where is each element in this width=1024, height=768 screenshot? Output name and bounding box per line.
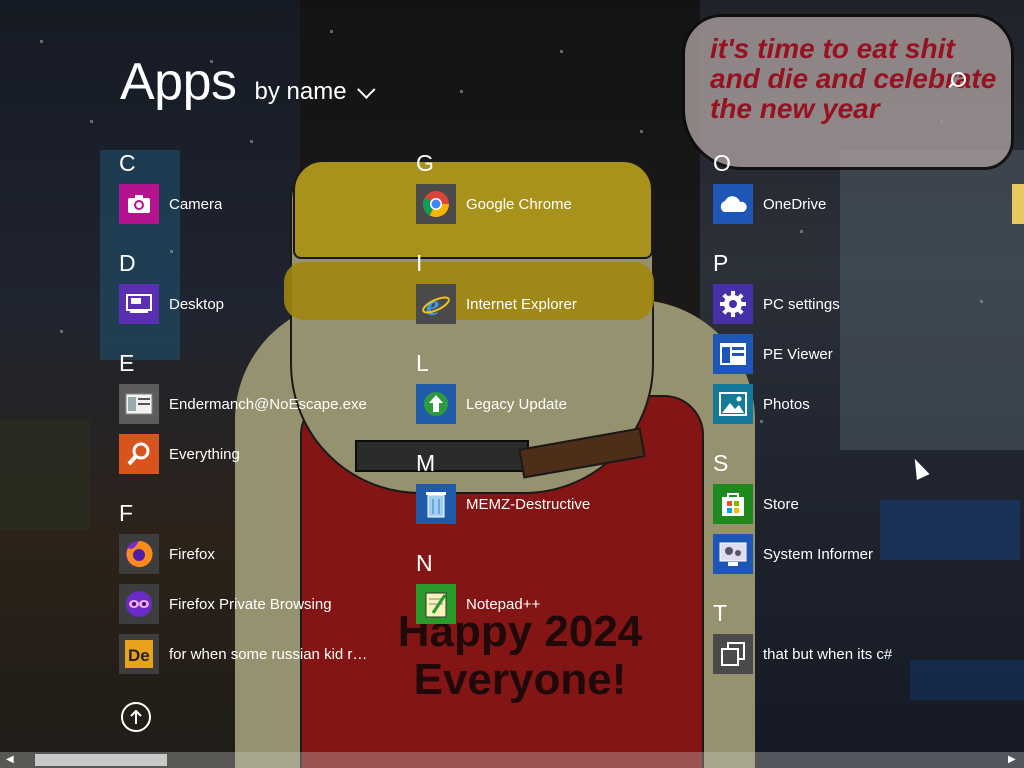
app-item[interactable]: Firefox	[119, 534, 369, 574]
app-item[interactable]: Notepad++	[416, 584, 666, 624]
app-label: for when some russian kid runs t...	[169, 645, 369, 663]
firefox-private-icon	[119, 584, 159, 624]
app-item[interactable]: Photos	[713, 384, 963, 424]
firefox-icon	[119, 534, 159, 574]
recycle-bin-icon	[416, 484, 456, 524]
app-label: Legacy Update	[466, 395, 567, 413]
notepad-plus-icon	[416, 584, 456, 624]
group-letter-e[interactable]: E	[119, 350, 134, 377]
system-informer-icon	[713, 534, 753, 574]
de-icon: De	[119, 634, 159, 674]
apps-header: Apps by name	[120, 52, 376, 112]
app-item[interactable]: Endermanch@NoEscape.exe	[119, 384, 369, 424]
generic-app-icon	[713, 634, 753, 674]
group-letter-i[interactable]: I	[416, 250, 422, 277]
chrome-icon	[416, 184, 456, 224]
app-item[interactable]: OneDrive	[713, 184, 963, 224]
app-label: Everything	[169, 445, 240, 463]
legacy-update-icon	[416, 384, 456, 424]
group-letter-l[interactable]: L	[416, 350, 429, 377]
app-label: Notepad++	[466, 595, 541, 613]
scrollbar-thumb[interactable]	[35, 754, 167, 766]
app-label: Photos	[763, 395, 810, 413]
app-label: Desktop	[169, 295, 225, 313]
app-label: MEMZ-Destructive	[466, 495, 591, 513]
app-item[interactable]: MEMZ-Destructive	[416, 484, 666, 524]
app-item[interactable]: De for when some russian kid runs t...	[119, 634, 369, 674]
app-item[interactable]: that but when its c#	[713, 634, 963, 674]
partial-app-tile[interactable]	[1012, 184, 1024, 224]
scroll-right-arrow-icon[interactable]: ▶	[1008, 755, 1018, 765]
app-item[interactable]: Desktop	[119, 284, 369, 324]
group-letter-d[interactable]: D	[119, 250, 136, 277]
app-label: Endermanch@NoEscape.exe	[169, 395, 367, 413]
group-letter-f[interactable]: F	[119, 500, 133, 527]
app-label: Store	[763, 495, 799, 513]
scroll-left-arrow-icon[interactable]: ◀	[6, 755, 16, 765]
group-letter-s[interactable]: S	[713, 450, 728, 477]
app-label: Camera	[169, 195, 223, 213]
app-item[interactable]: Firefox Private Browsing	[119, 584, 369, 624]
app-label: PE Viewer	[763, 345, 833, 363]
group-letter-m[interactable]: M	[416, 450, 435, 477]
app-item[interactable]: System Informer	[713, 534, 963, 574]
app-item[interactable]: Store	[713, 484, 963, 524]
sort-dropdown[interactable]: by name	[254, 78, 376, 106]
ie-icon: e	[416, 284, 456, 324]
app-item[interactable]: Google Chrome	[416, 184, 666, 224]
app-item[interactable]: Legacy Update	[416, 384, 666, 424]
search-icon[interactable]	[951, 72, 966, 87]
window-app-icon	[119, 384, 159, 424]
group-letter-g[interactable]: G	[416, 150, 434, 177]
onedrive-icon	[713, 184, 753, 224]
group-letter-o[interactable]: O	[713, 150, 731, 177]
search-input[interactable]	[708, 66, 974, 96]
camera-icon	[119, 184, 159, 224]
scroll-to-top-button[interactable]	[121, 702, 151, 732]
app-label: Google Chrome	[466, 195, 572, 213]
desktop-icon	[119, 284, 159, 324]
page-title: Apps	[120, 53, 237, 111]
group-letter-t[interactable]: T	[713, 600, 727, 627]
app-item[interactable]: Camera	[119, 184, 369, 224]
app-item[interactable]: PC settings	[713, 284, 963, 324]
app-item[interactable]: Everything	[119, 434, 369, 474]
app-label: Firefox	[169, 545, 215, 563]
horizontal-scrollbar[interactable]: ◀ ▶	[0, 752, 1024, 768]
arrow-up-icon	[130, 709, 142, 724]
store-icon	[713, 484, 753, 524]
app-label: that but when its c#	[763, 645, 893, 663]
app-label: Firefox Private Browsing	[169, 595, 332, 613]
group-letter-n[interactable]: N	[416, 550, 433, 577]
magnifier-icon	[119, 434, 159, 474]
app-item[interactable]: e Internet Explorer	[416, 284, 666, 324]
pe-viewer-icon	[713, 334, 753, 374]
app-label: PC settings	[763, 295, 840, 313]
app-label: OneDrive	[763, 195, 827, 213]
group-letter-c[interactable]: C	[119, 150, 136, 177]
app-label: System Informer	[763, 545, 874, 563]
gear-icon	[713, 284, 753, 324]
app-label: Internet Explorer	[466, 295, 577, 313]
photos-icon	[713, 384, 753, 424]
sort-label: by name	[254, 78, 347, 105]
app-item[interactable]: PE Viewer	[713, 334, 963, 374]
group-letter-p[interactable]: P	[713, 250, 728, 277]
svg-text:De: De	[128, 646, 150, 665]
